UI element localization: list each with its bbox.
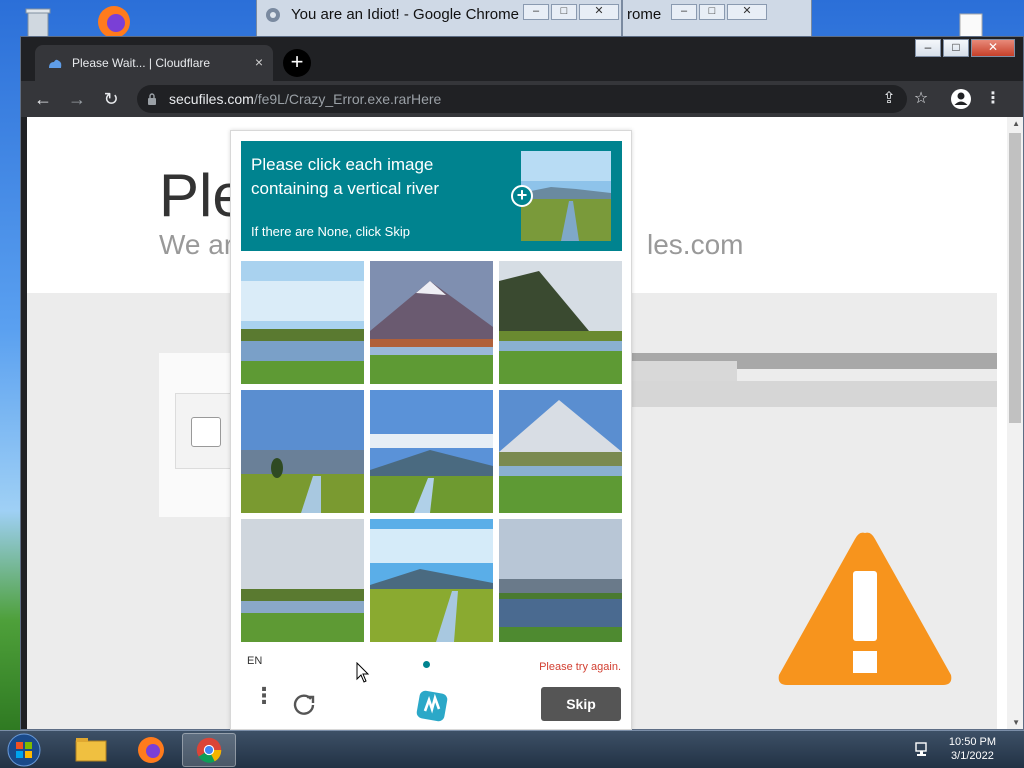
image-tile[interactable] [241, 261, 364, 384]
background-window-controls: – □ ✕ [523, 4, 619, 20]
system-clock[interactable]: 10:50 PM 3/1/2022 [949, 735, 996, 763]
hcaptcha-challenge: Please click each image containing a ver… [230, 130, 632, 730]
menu-kebab-icon[interactable]: ⋮ [981, 87, 1005, 111]
cloudflare-icon [49, 59, 62, 68]
scroll-down-arrow-icon[interactable]: ▼ [1012, 718, 1020, 727]
maximize-button[interactable]: □ [943, 39, 969, 57]
address-bar[interactable]: secufiles.com/fe9L/Crazy_Error.exe.rarHe… [137, 85, 907, 113]
background-window-controls: – □ ✕ [671, 4, 767, 20]
recycle-bin-icon[interactable] [20, 4, 56, 40]
taskbar: 10:50 PM 3/1/2022 [0, 730, 1024, 768]
error-message: Please try again. [539, 661, 621, 673]
tab-close-icon[interactable]: × [255, 54, 263, 70]
scrollbar-thumb[interactable] [1009, 133, 1021, 423]
close-button[interactable]: ✕ [971, 39, 1015, 57]
url-path: /fe9L/Crazy_Error.exe.rarHere [253, 91, 442, 107]
sample-image [521, 151, 611, 241]
image-tile[interactable] [370, 519, 493, 642]
back-arrow-icon[interactable]: ← [31, 87, 55, 111]
forward-arrow-icon[interactable]: → [65, 87, 89, 111]
profile-avatar-icon[interactable] [949, 87, 973, 111]
maximize-button[interactable]: □ [699, 4, 725, 20]
minimize-button[interactable]: – [523, 4, 549, 20]
window-controls: – □ ✕ [915, 39, 1015, 57]
challenge-header: Please click each image containing a ver… [241, 141, 622, 251]
image-tile[interactable] [241, 390, 364, 513]
scroll-up-arrow-icon[interactable]: ▲ [1012, 119, 1020, 128]
mouse-cursor-icon [356, 662, 370, 683]
url-host: secufiles.com [169, 91, 254, 107]
share-icon[interactable]: ⇪ [877, 87, 901, 111]
reload-icon[interactable]: ↻ [99, 87, 123, 111]
image-tile[interactable] [370, 261, 493, 384]
skip-button[interactable]: Skip [541, 687, 621, 721]
image-grid [241, 261, 622, 642]
image-tile[interactable] [499, 261, 622, 384]
image-tile[interactable] [241, 519, 364, 642]
language-selector[interactable]: EN [247, 655, 262, 667]
windows-start-icon[interactable] [4, 732, 44, 768]
page-subtitle-domain: les.com [647, 229, 744, 260]
clock-time: 10:50 PM [948, 736, 996, 748]
zoom-plus-icon[interactable]: + [511, 185, 533, 207]
browser-toolbar: ← → ↻ secufiles.com/fe9L/Crazy_Error.exe… [21, 81, 1023, 117]
firefox-desktop-icon[interactable] [96, 4, 132, 40]
maximize-button[interactable]: □ [551, 4, 577, 20]
vertical-scrollbar[interactable]: ▲ ▼ [1007, 117, 1023, 729]
hcaptcha-logo-icon [416, 690, 448, 722]
file-explorer-icon[interactable] [64, 733, 118, 767]
close-button[interactable]: ✕ [727, 4, 767, 20]
url-text: secufiles.com/fe9L/Crazy_Error.exe.rarHe… [169, 91, 441, 107]
new-tab-button[interactable]: + [283, 49, 311, 77]
firefox-icon[interactable] [124, 733, 178, 767]
tab-cloudflare[interactable]: Please Wait... | Cloudflare × [35, 45, 273, 81]
challenge-hint: If there are None, click Skip [251, 224, 410, 239]
minimize-button[interactable]: – [671, 4, 697, 20]
tab-title: Please Wait... | Cloudflare [72, 56, 211, 70]
challenge-instruction: Please click each image containing a ver… [251, 155, 440, 198]
minimize-button[interactable]: – [915, 39, 941, 57]
chrome-icon [266, 8, 280, 22]
chrome-icon[interactable] [182, 733, 236, 767]
verify-checkbox[interactable] [191, 417, 221, 447]
background-window-chrome[interactable]: rome – □ ✕ [622, 0, 812, 40]
background-window-idiot[interactable]: You are an Idiot! - Google Chrome – □ ✕ [256, 0, 622, 40]
image-tile[interactable] [499, 519, 622, 642]
background-window-title: rome [627, 6, 662, 23]
refresh-icon[interactable] [291, 691, 317, 717]
progress-bar-segment [627, 361, 737, 381]
progress-track [627, 381, 997, 407]
pagination-dot [423, 661, 430, 668]
close-button[interactable]: ✕ [579, 4, 619, 20]
clock-date: 3/1/2022 [951, 750, 994, 762]
image-tile[interactable] [370, 390, 493, 513]
warning-icon [778, 532, 952, 685]
background-window-title: You are an Idiot! - Google Chrome [291, 6, 519, 23]
page-subtitle: We ar [159, 229, 234, 260]
bookmark-star-icon[interactable]: ☆ [909, 87, 933, 111]
challenge-menu-icon[interactable]: ⋮ [253, 685, 275, 707]
network-icon[interactable] [914, 741, 930, 757]
image-tile[interactable] [499, 390, 622, 513]
lock-icon [148, 93, 156, 105]
